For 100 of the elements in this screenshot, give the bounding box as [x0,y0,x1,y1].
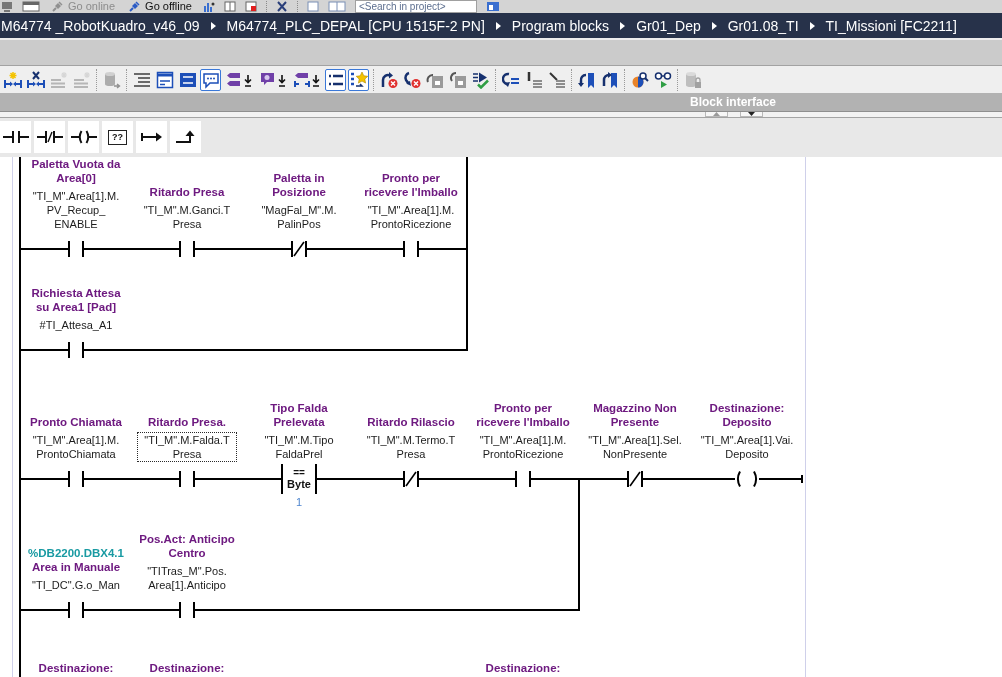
tag-comment: Destinazione: [149,661,225,675]
tag-comment: Ritardo Presa. [148,415,226,429]
plug-icon [51,1,63,12]
bookmark-arrow-icon [600,70,619,89]
expand-down-button[interactable] [740,112,763,117]
tag-operand[interactable]: "TI_M".Area[1].Vai. Deposito [693,432,801,462]
tag-operand[interactable]: #TI_Attesa_A1 [32,317,120,333]
slash-lines-icon [547,70,566,89]
compare-type: Byte [287,478,311,491]
instruction-button[interactable] [0,121,31,153]
magnifier-pie-icon [630,70,649,89]
slashed-contact-icon [627,471,643,487]
tag-operand[interactable]: "TI_DC".G.o_Man [25,577,127,593]
toolbar-button[interactable] [348,68,369,91]
breadcrumb-item[interactable]: M64774 _RobotKuadro_v46_09 [1,16,200,35]
compare-value: 1 [295,495,303,510]
instruction-button[interactable] [136,121,167,153]
breadcrumb-item[interactable]: Gr01.08_TI [727,16,799,35]
tag-operand[interactable]: "MagFal_M".M. PalinPos [254,202,344,232]
tag-operand[interactable]: "TI_M".M.Termo.T Presa [359,432,463,462]
breadcrumb-item[interactable]: M64774_PLC_DEPAL [CPU 1515F-2 PN] [226,16,485,35]
bar-chart-icon[interactable] [203,1,215,12]
block-interface-title: Block interface [689,94,776,110]
slashed-contact-icon [291,241,307,257]
arrow-check-icon [471,70,490,89]
tag-operand[interactable]: "TI_M".Area[1].M. ProntoRicezione [360,202,462,232]
cylinder-lock-icon [683,70,702,89]
toolbar-text-button[interactable]: Go offline [126,0,194,13]
cylinder-arrow-icon [102,70,121,89]
plug-icon [128,1,141,12]
arrow-cross-icon [402,70,421,89]
tag-comment: Pronto Chiamata [30,415,122,429]
box-arrow-icon [448,70,467,89]
tag-comment: Paletta Vuota da Area[0] [31,157,121,185]
tag-comment: Destinazione: Deposito [709,401,785,429]
tag-comment: Richiesta Attesa su Area1 [Pad] [31,286,121,314]
lines-sparkle-icon [72,70,91,89]
bracket-cross-icon [26,70,45,89]
tag-comment: Pronto per ricevere l'Imballo [364,171,458,199]
instruction-button[interactable] [170,121,201,153]
bookmark-arrow-icon [577,70,596,89]
indent-lines-icon [132,70,151,89]
panel-list-icon [178,70,197,89]
branch-arrow-icon [140,131,163,143]
tag-comment: Paletta in Posizione [272,171,326,199]
tag-download-icon [225,70,253,89]
tag-operand[interactable]: "TI_M".Area[1].M. PV_Recup_ ENABLE [25,188,127,232]
monitor-icon[interactable] [1,1,13,12]
tag-comment: Destinazione: [38,661,114,675]
tag-comment: Pos.Act: Anticipo Centro [139,532,235,560]
coil-symbol-icon [70,130,97,144]
instruction-button[interactable] [34,121,65,153]
collapse-up-button[interactable] [705,112,728,117]
tag-comment: Ritardo Presa [149,185,225,199]
toolbar-button[interactable] [200,68,221,91]
tag-operand[interactable]: "TI_M".M.Falda.T Presa [137,432,237,462]
tag-comment: Tipo Falda Prelevata [270,401,328,429]
arrow-cross-icon [379,70,398,89]
instruction-button[interactable] [68,121,99,153]
tag-bracket-download-icon [293,70,321,89]
star-list-icon [349,70,368,89]
bubble-download-icon [259,70,287,89]
bracket-sparkle-icon [3,70,22,89]
window-icon[interactable] [486,1,500,12]
arrow-lines-icon [501,70,520,89]
triangle-down-icon [748,112,755,116]
triangle-right-icon [809,21,815,30]
triangle-right-icon [210,21,216,30]
speech-bubble-icon [201,70,220,89]
tag-comment: Destinazione: [485,661,561,675]
tag-operand[interactable]: "TI_M".M.Tipo FaldaPrel [257,432,341,462]
breadcrumb-item[interactable]: Gr01_Dep [636,16,701,35]
slashed-contact-icon [36,130,63,144]
tag-comment: Magazzino Non Presente [593,401,677,429]
breadcrumb-item[interactable]: Program blocks [511,16,610,35]
tag-address: %DB2200.DBX4.1 [28,546,124,560]
panel-lines-icon [155,70,174,89]
glasses-play-icon [653,70,672,89]
contact-symbol-icon [2,130,29,144]
tag-comment: Ritardo Rilascio [367,415,455,429]
tag-comment: Pronto per ricevere l'Imballo [476,401,570,429]
tag-operand[interactable]: "TI_M".Area[1].M. ProntoChiamata [25,432,127,462]
split-panel-icon[interactable] [224,1,236,12]
triangle-right-icon [495,21,501,30]
tag-operand[interactable]: "TITras_M".Pos. Area[1].Anticipo [140,563,234,593]
breadcrumb-item[interactable]: TI_Missioni [FC2211] [825,16,957,35]
compare-operator: == [293,467,305,478]
tag-operand[interactable]: "TI_M".M.Ganci.T Presa [136,202,238,232]
tag-operand[interactable]: "TI_M".Area[1].Sel. NonPresente [581,432,689,462]
tag-comment: Area in Manuale [31,560,121,574]
toolbar-button[interactable] [325,68,346,91]
square-icon[interactable] [245,1,257,12]
slashed-contact-icon [403,471,419,487]
search-field[interactable]: <Search in project> [355,0,477,13]
triangle-right-icon [711,21,717,30]
instruction-button[interactable]: ?? [102,121,133,153]
window-icon[interactable] [22,1,40,12]
close-icon[interactable] [276,1,288,12]
tag-operand[interactable]: "TI_M".Area[1].M. ProntoRicezione [472,432,574,462]
lines-sparkle-icon [49,70,68,89]
